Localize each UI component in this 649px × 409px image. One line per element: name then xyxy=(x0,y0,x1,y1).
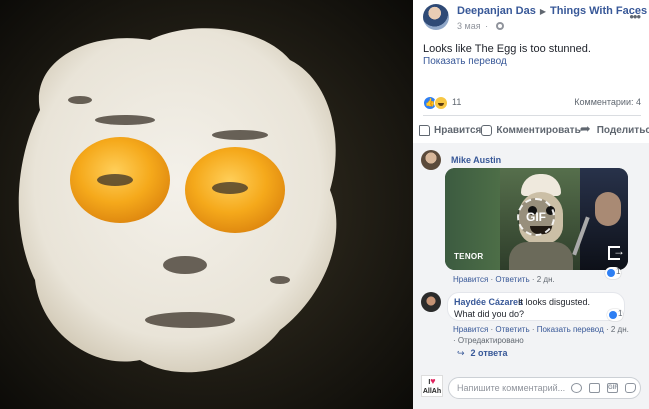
gif-icon[interactable]: GIF xyxy=(607,383,618,393)
gif-play-badge[interactable]: GIF xyxy=(517,198,555,236)
tenor-label: TENOR xyxy=(454,252,484,261)
comment-like-badge[interactable]: 1 xyxy=(605,267,621,279)
reactions-bar: 👍 11 Комментарии: 4 xyxy=(423,96,641,110)
reaction-count[interactable]: 11 xyxy=(452,97,461,107)
share-button-label: Поделиться xyxy=(596,124,649,136)
page-avatar-text: AllAh xyxy=(422,388,442,395)
like-button[interactable]: Нравится xyxy=(419,122,481,138)
like-button-label: Нравится xyxy=(434,124,482,136)
post-photo[interactable] xyxy=(0,0,413,409)
comment-like-count: 1 xyxy=(618,309,623,318)
comment-bubble: Haydée Cázares It looks disgusted. What … xyxy=(447,292,625,321)
replies-count: 2 ответа xyxy=(470,348,508,358)
comment-actions: Нравится · Ответить · 2 дн. xyxy=(453,275,555,284)
comment-reply-link[interactable]: Ответить xyxy=(495,325,529,334)
action-bar: Нравится Комментировать Поделиться xyxy=(419,121,649,138)
view-replies-link[interactable]: ↪ 2 ответа xyxy=(457,348,507,359)
emoji-icon[interactable] xyxy=(571,383,582,393)
commenter-avatar[interactable] xyxy=(421,292,441,312)
gif-attachment[interactable]: GIF TENOR xyxy=(445,168,628,270)
edited-text[interactable]: Отредактировано xyxy=(458,336,524,345)
share-button[interactable]: Поделиться xyxy=(580,121,649,138)
egg-face-image xyxy=(0,0,413,409)
author-name[interactable]: Deepanjan Das xyxy=(457,5,536,17)
comments-count[interactable]: Комментарии: 4 xyxy=(574,97,641,107)
meta-separator: · xyxy=(485,21,489,31)
comment-icon xyxy=(481,124,493,136)
author-line: Deepanjan Das ▶ Things With Faces xyxy=(457,5,647,17)
comment-time[interactable]: 2 дн. xyxy=(611,325,629,334)
open-external-icon[interactable] xyxy=(608,244,625,260)
like-dot-icon xyxy=(609,311,617,319)
comment-translate-link[interactable]: Показать перевод xyxy=(537,325,604,334)
post-header: Deepanjan Das ▶ Things With Faces 3 мая · … xyxy=(423,4,649,34)
comment-button-label: Комментировать xyxy=(496,124,581,136)
globe-icon xyxy=(495,22,504,30)
post-date[interactable]: 3 мая xyxy=(457,21,481,31)
comments-section: Mike Austin GIF TENOR Нравится · Ответит… xyxy=(413,143,649,409)
translate-link[interactable]: Показать перевод xyxy=(423,56,507,67)
share-icon xyxy=(580,121,593,137)
puppet-body xyxy=(509,242,573,270)
comment-reply-link[interactable]: Ответить xyxy=(495,275,529,284)
more-options-icon[interactable]: ••• xyxy=(629,9,641,24)
like-dot-icon xyxy=(607,269,615,277)
divider xyxy=(423,115,641,116)
commenter-avatar[interactable] xyxy=(421,150,441,170)
heart-icon: ♥ xyxy=(430,376,436,386)
person-figure xyxy=(595,192,621,226)
comment-like-link[interactable]: Нравится xyxy=(453,275,488,284)
camera-icon[interactable] xyxy=(589,383,600,393)
page-avatar[interactable]: I♥ AllAh xyxy=(421,375,443,397)
comment-like-badge[interactable]: 1 xyxy=(607,309,623,321)
comment-text: It looks disgusted. xyxy=(518,297,591,307)
sticker-icon[interactable] xyxy=(625,383,636,393)
edited-label: · Отредактировано xyxy=(453,336,524,345)
author-avatar[interactable] xyxy=(423,4,449,30)
post-meta: 3 мая · xyxy=(457,21,504,31)
arrow-right-icon: ▶ xyxy=(539,7,547,16)
haha-reaction-icon[interactable] xyxy=(434,96,448,110)
comment-like-count: 1 xyxy=(616,267,621,276)
comment-button[interactable]: Комментировать xyxy=(481,122,581,138)
reply-arrow-icon: ↪ xyxy=(457,348,465,358)
thumbs-up-icon xyxy=(419,124,430,136)
post-text: Looks like The Egg is too stunned. xyxy=(423,43,591,55)
comment-actions: Нравится · Ответить · Показать перевод ·… xyxy=(453,325,629,334)
comment-like-link[interactable]: Нравится xyxy=(453,325,488,334)
post-panel: Deepanjan Das ▶ Things With Faces 3 мая · … xyxy=(413,0,649,409)
comment-text: What did you do? xyxy=(454,309,525,319)
commenter-name[interactable]: Mike Austin xyxy=(451,155,501,165)
comment-composer: I♥ AllAh Напишите комментарий... GIF xyxy=(413,367,649,409)
commenter-name[interactable]: Haydée Cázares xyxy=(454,297,523,307)
comment-time[interactable]: 2 дн. xyxy=(537,275,555,284)
